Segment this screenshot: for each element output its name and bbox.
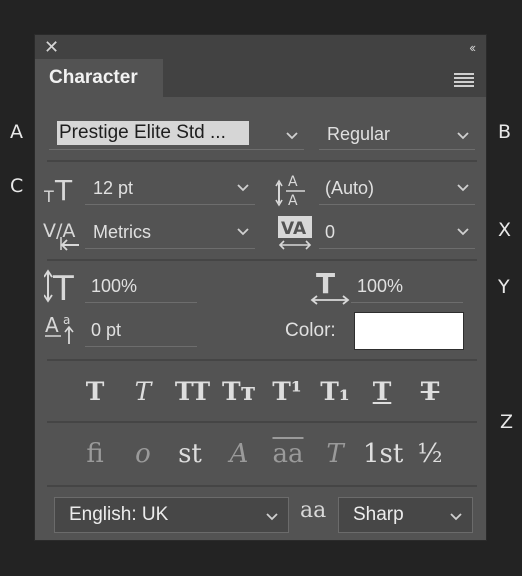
tracking-field[interactable]: 0 [319, 219, 475, 249]
tab-row: Character [35, 59, 486, 97]
character-panel: ✕ ‹‹ Character Prestige Elite Std ... Re… [34, 34, 487, 541]
svg-text:A: A [288, 193, 298, 207]
strikethrough-button[interactable]: T [413, 375, 447, 409]
separator [47, 259, 477, 261]
horizontal-scale-icon: T [310, 269, 350, 305]
vertical-scale-icon: T [44, 269, 74, 303]
underline-button[interactable]: T [365, 375, 399, 409]
kerning-icon: V/A [43, 220, 79, 251]
contextual-alternates-button[interactable]: o [126, 437, 160, 471]
svg-text:T: T [52, 269, 74, 303]
leading-value: (Auto) [325, 178, 375, 198]
chevron-down-icon [266, 513, 278, 521]
font-size-field[interactable]: 12 pt [85, 175, 255, 205]
horizontal-scale-value: 100% [357, 276, 404, 296]
small-caps-button[interactable]: Tт [220, 375, 258, 409]
chevron-down-icon [237, 228, 249, 236]
separator [47, 359, 477, 361]
swash-button[interactable]: A [222, 437, 256, 471]
callout-b: B [498, 121, 512, 143]
svg-text:T: T [44, 187, 54, 204]
font-style-value: Regular [327, 124, 391, 144]
chevron-down-icon [457, 228, 469, 236]
font-style-dropdown[interactable]: Regular [319, 120, 475, 150]
ordinals-button[interactable]: 1st [363, 437, 403, 471]
kerning-value: Metrics [93, 222, 151, 242]
callout-a: A [10, 121, 23, 143]
antialias-dropdown[interactable]: Sharp [338, 497, 473, 533]
font-size-value: 12 pt [93, 178, 134, 198]
vertical-scale-value: 100% [91, 276, 138, 296]
tracking-icon: VA [278, 216, 312, 250]
subscript-button[interactable]: T₁ [318, 375, 352, 409]
close-icon[interactable]: ✕ [44, 37, 59, 57]
panel-menu-icon[interactable] [454, 73, 474, 87]
collapse-icon[interactable]: ‹‹ [469, 38, 476, 58]
svg-text:VA: VA [281, 219, 307, 239]
callout-z: Z [500, 411, 514, 433]
callout-c: C [10, 175, 24, 197]
svg-text:T: T [316, 269, 335, 300]
color-label: Color: [285, 320, 336, 341]
superscript-button[interactable]: T¹ [270, 375, 304, 409]
kerning-field[interactable]: Metrics [85, 219, 255, 249]
leading-icon: A A [275, 174, 305, 207]
baseline-shift-field[interactable]: 0 pt [85, 317, 197, 347]
panel-titlebar: ✕ ‹‹ [35, 35, 486, 59]
svg-text:a: a [63, 313, 70, 327]
baseline-shift-icon: A a [45, 313, 74, 344]
separator [47, 160, 477, 162]
chevron-down-icon [237, 184, 249, 192]
baseline-shift-value: 0 pt [91, 320, 122, 340]
faux-bold-button[interactable]: T [78, 375, 112, 409]
svg-text:A: A [288, 174, 298, 190]
callout-x: X [498, 219, 512, 241]
svg-text:T: T [54, 174, 73, 204]
svg-text:V/A: V/A [43, 220, 75, 242]
tab-character[interactable]: Character [35, 59, 163, 97]
chevron-down-icon [457, 184, 469, 192]
titling-alternates-button[interactable]: T [318, 437, 352, 471]
all-caps-button[interactable]: TT [173, 375, 211, 409]
faux-italic-button[interactable]: T [126, 375, 160, 409]
fractions-button[interactable]: ½ [413, 437, 447, 471]
leading-field[interactable]: (Auto) [319, 175, 475, 205]
discretionary-ligatures-button[interactable]: st [173, 437, 207, 471]
language-value: English: UK [69, 504, 169, 525]
svg-text:A: A [45, 313, 59, 337]
chevron-down-icon [457, 132, 469, 140]
separator [47, 485, 477, 487]
color-swatch[interactable] [354, 312, 464, 350]
vertical-scale-field[interactable]: 100% [85, 273, 197, 303]
tracking-value: 0 [325, 222, 336, 242]
stylistic-alternates-button[interactable]: aa [268, 437, 308, 471]
horizontal-scale-field[interactable]: 100% [351, 273, 463, 303]
standard-ligatures-button[interactable]: fi [78, 437, 112, 471]
font-family-dropdown[interactable]: Prestige Elite Std ... [49, 120, 304, 150]
separator [47, 421, 477, 423]
font-family-value[interactable]: Prestige Elite Std ... [57, 121, 249, 145]
antialias-value: Sharp [353, 504, 404, 525]
antialias-icon: aa [300, 498, 327, 523]
chevron-down-icon [286, 132, 298, 140]
callout-y: Y [498, 276, 510, 298]
language-dropdown[interactable]: English: UK [54, 497, 289, 533]
chevron-down-icon [450, 513, 462, 521]
font-size-icon: T T [44, 174, 73, 204]
